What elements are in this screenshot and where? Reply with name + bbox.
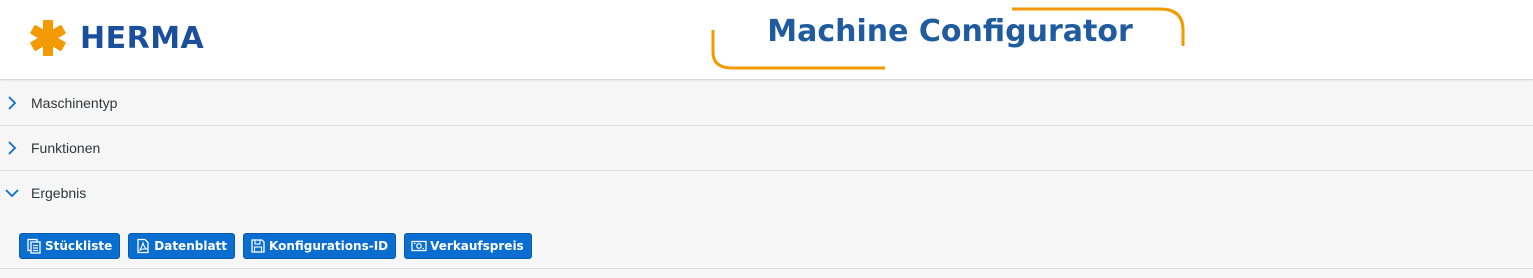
- money-bills-icon: [411, 240, 427, 252]
- divider: [0, 268, 1533, 269]
- verkaufspreis-button[interactable]: Verkaufspreis: [404, 233, 532, 259]
- button-label: Stückliste: [45, 239, 113, 253]
- pdf-document-icon: [137, 238, 149, 254]
- panel-maschinentyp: Maschinentyp: [0, 81, 1533, 126]
- panel-header-ergebnis[interactable]: Ergebnis: [0, 171, 1533, 215]
- bill-of-materials-icon: [27, 238, 41, 254]
- panel-label: Ergebnis: [31, 185, 87, 201]
- konfigurations-id-button[interactable]: Konfigurations-ID: [243, 233, 397, 259]
- brand-name: HERMA: [80, 20, 205, 56]
- button-label: Verkaufspreis: [430, 239, 524, 253]
- chevron-down-icon: [5, 189, 19, 198]
- panel-label: Maschinentyp: [31, 95, 118, 111]
- save-icon: [251, 239, 265, 253]
- stueckliste-button[interactable]: Stückliste: [19, 233, 121, 259]
- panel-header-funktionen[interactable]: Funktionen: [0, 126, 1533, 170]
- datenblatt-button[interactable]: Datenblatt: [128, 233, 236, 259]
- app-header: HERMA Machine Configurator: [0, 0, 1533, 80]
- result-toolbar: Stückliste Datenblatt Konfigurations-ID …: [19, 233, 532, 260]
- asterisk-logo-icon: [30, 20, 66, 56]
- panel-funktionen: Funktionen: [0, 126, 1533, 171]
- chevron-right-icon: [8, 96, 17, 110]
- chevron-right-icon: [8, 141, 17, 155]
- herma-logo: HERMA: [28, 18, 204, 58]
- panel-header-maschinentyp[interactable]: Maschinentyp: [0, 81, 1533, 125]
- button-label: Konfigurations-ID: [269, 239, 389, 253]
- page-title: Machine Configurator: [767, 14, 1133, 49]
- button-label: Datenblatt: [154, 239, 228, 253]
- panel-label: Funktionen: [31, 140, 101, 156]
